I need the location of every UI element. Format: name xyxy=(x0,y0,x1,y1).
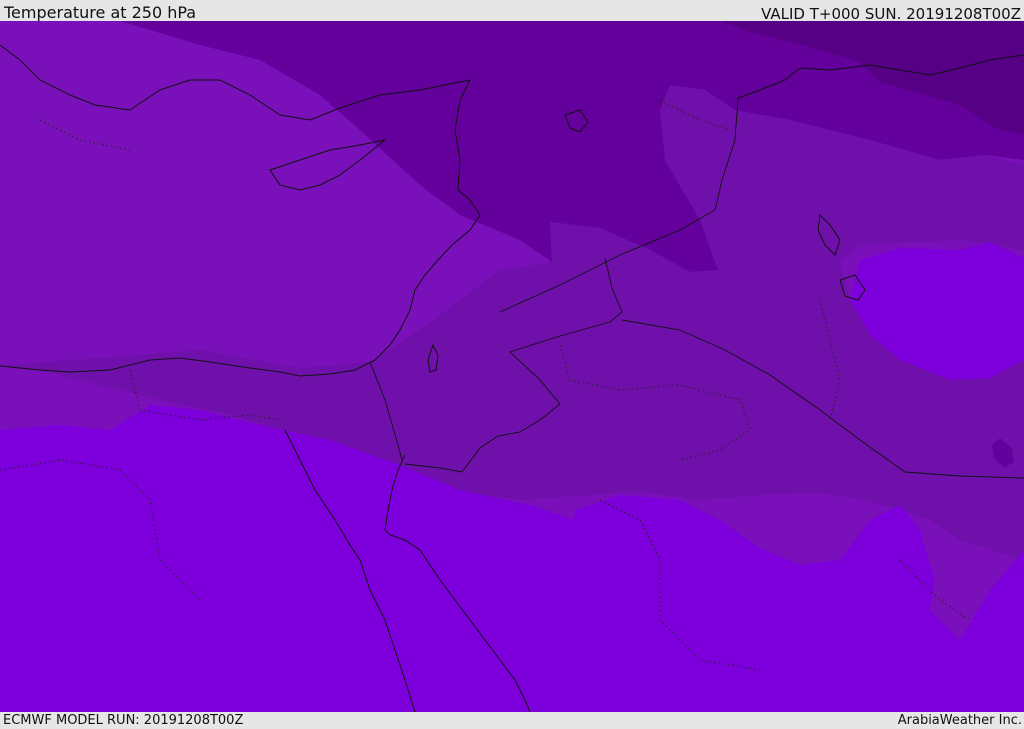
footer-bar: ECMWF MODEL RUN: 20191208T00Z ArabiaWeat… xyxy=(0,712,1024,729)
model-run-label: ECMWF MODEL RUN: 20191208T00Z xyxy=(3,713,244,728)
map-title: Temperature at 250 hPa xyxy=(4,3,197,22)
credit-label: ArabiaWeather Inc. xyxy=(897,713,1022,728)
header-bar: Temperature at 250 hPa VALID T+000 SUN. … xyxy=(0,0,1024,23)
temperature-map[interactable] xyxy=(0,21,1024,712)
map-canvas xyxy=(0,21,1024,712)
valid-time: VALID T+000 SUN. 20191208T00Z xyxy=(761,5,1021,23)
